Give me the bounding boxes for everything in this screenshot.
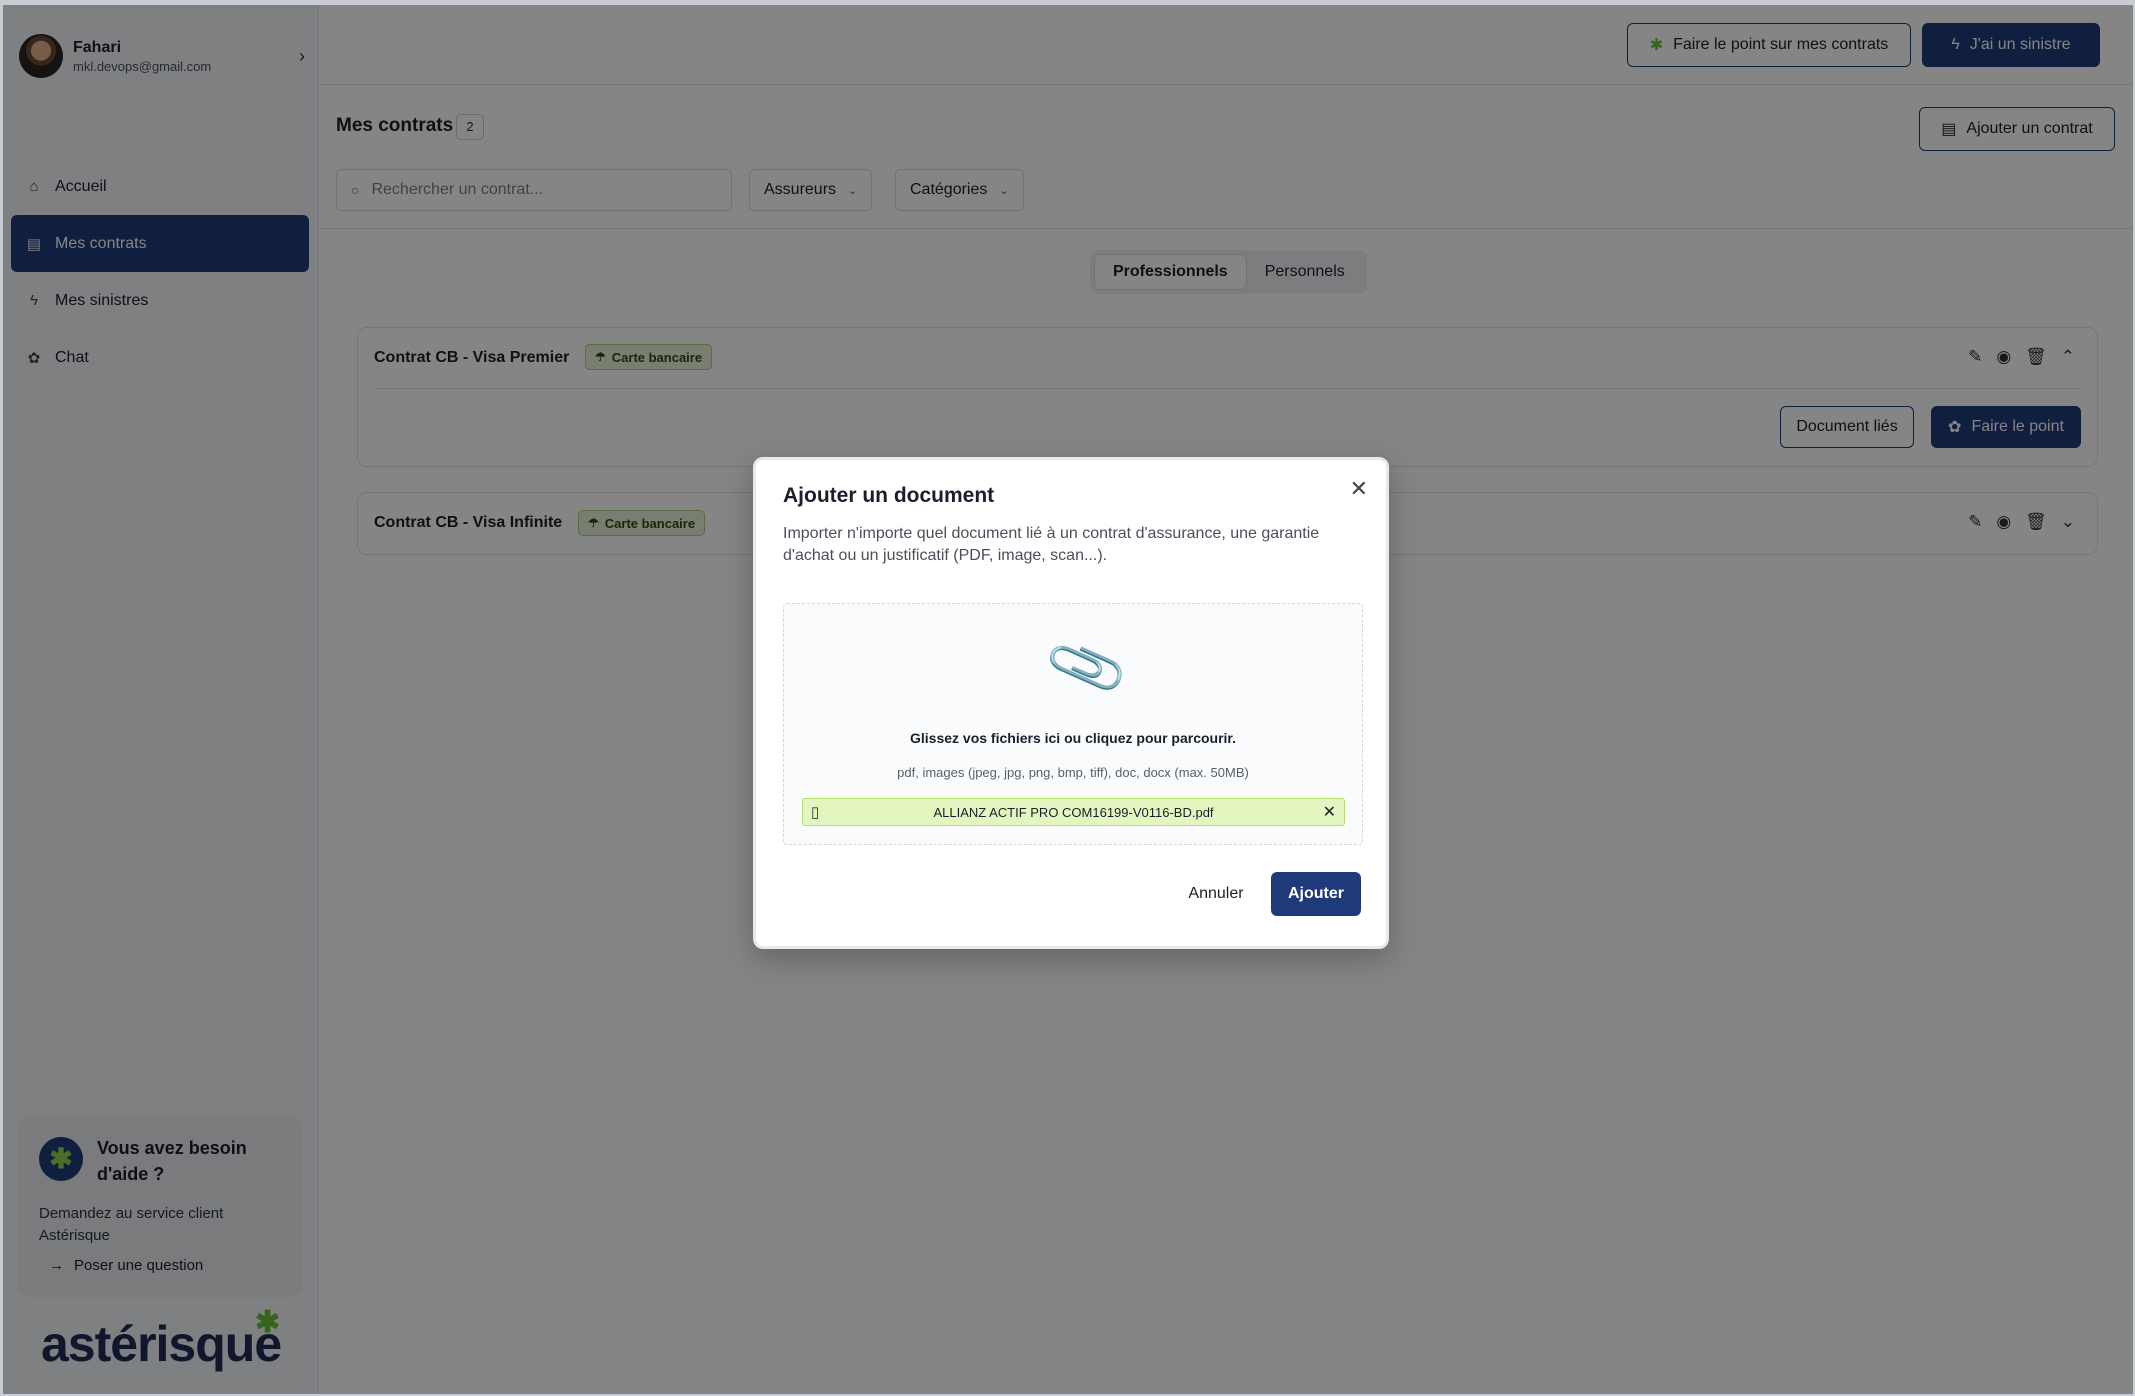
remove-file-icon[interactable]: ✕ — [1323, 802, 1336, 822]
selected-file: ▯ ALLIANZ ACTIF PRO COM16199-V0116-BD.pd… — [802, 798, 1345, 826]
add-button[interactable]: Ajouter — [1271, 872, 1361, 916]
dropzone-formats: pdf, images (jpeg, jpg, png, bmp, tiff),… — [897, 765, 1249, 780]
modal-title: Ajouter un document — [783, 484, 995, 507]
add-document-modal: Ajouter un document ✕ Importer n'importe… — [753, 457, 1389, 949]
file-icon: ▯ — [811, 804, 820, 821]
cancel-button[interactable]: Annuler — [1181, 872, 1251, 916]
paperclip-icon: 📎 — [1041, 623, 1132, 710]
modal-description: Importer n'importe quel document lié à u… — [783, 525, 1320, 564]
close-icon[interactable]: ✕ — [1350, 476, 1368, 502]
app-window: Fahari mkl.devops@gmail.com › ⌂ Accueil … — [3, 5, 2133, 1394]
dropzone-instruction: Glissez vos fichiers ici ou cliquez pour… — [910, 730, 1236, 746]
file-name: ALLIANZ ACTIF PRO COM16199-V0116-BD.pdf — [933, 804, 1214, 820]
file-dropzone[interactable]: 📎 Glissez vos fichiers ici ou cliquez po… — [783, 603, 1363, 845]
